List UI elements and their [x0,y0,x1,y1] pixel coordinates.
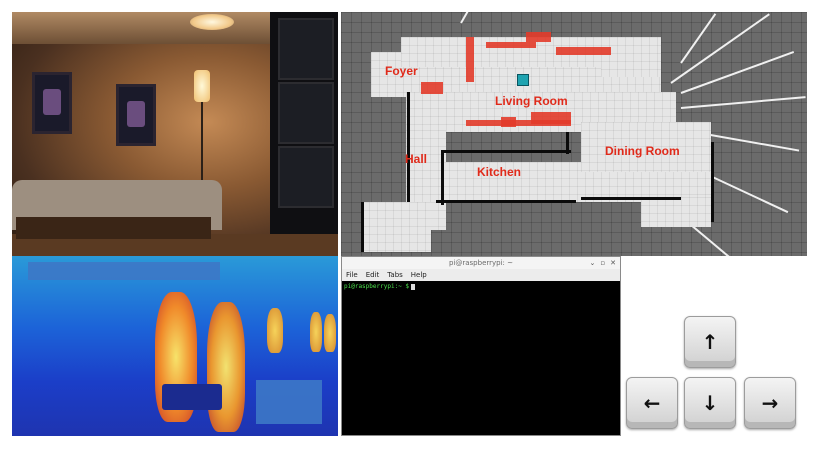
wall-picture [32,72,72,134]
menu-tabs[interactable]: Tabs [387,269,403,281]
minimize-icon[interactable]: ⌄ [590,257,596,269]
coffee-table [16,217,211,239]
thermal-person [207,302,245,432]
arrow-up-icon: ↑ [701,330,719,354]
terminal-output[interactable]: pi@raspberrypi:~ $ [342,281,620,435]
redaction-box [256,380,322,424]
camera-feed [12,12,338,256]
arrow-keys: ↑ ← ↓ → [620,310,810,435]
menu-help[interactable]: Help [411,269,427,281]
window [270,12,338,256]
terminal-prompt: pi@raspberrypi:~ $ [344,283,410,290]
text-cursor [411,283,416,290]
close-icon[interactable]: ✕ [610,257,616,269]
down-arrow-key[interactable]: ↓ [684,377,736,429]
left-arrow-key[interactable]: ← [626,377,678,429]
terminal-menu-bar: File Edit Tabs Help [342,269,620,281]
floor-lamp [194,70,210,102]
right-arrow-key[interactable]: → [744,377,796,429]
map-label-foyer: Foyer [385,64,418,78]
occupancy-map: Foyer Living Room Hall Kitchen Dining Ro… [341,12,807,256]
map-label-living-room: Living Room [495,94,568,108]
terminal-title: pi@raspberrypi: ~ [342,257,620,269]
thermal-person [324,314,336,352]
arrow-down-icon: ↓ [701,391,719,415]
thermal-camera-feed [12,256,338,436]
map-label-kitchen: Kitchen [477,165,522,179]
thermal-person [267,308,283,353]
maximize-icon[interactable]: ▫ [600,257,605,269]
wall-picture [116,84,156,146]
menu-file[interactable]: File [346,269,358,281]
arrow-left-icon: ← [643,391,661,415]
thermal-person [310,312,322,352]
arrow-right-icon: → [761,391,779,415]
menu-edit[interactable]: Edit [366,269,380,281]
redaction-box [28,262,220,280]
map-label-hall: Hall [405,152,428,166]
thermal-case [162,384,222,410]
up-arrow-key[interactable]: ↑ [684,316,736,368]
ceiling-light [190,14,234,30]
map-label-dining-room: Dining Room [605,144,680,158]
robot-marker [517,74,529,86]
terminal-window[interactable]: pi@raspberrypi: ~ ⌄ ▫ ✕ File Edit Tabs H… [341,256,621,436]
